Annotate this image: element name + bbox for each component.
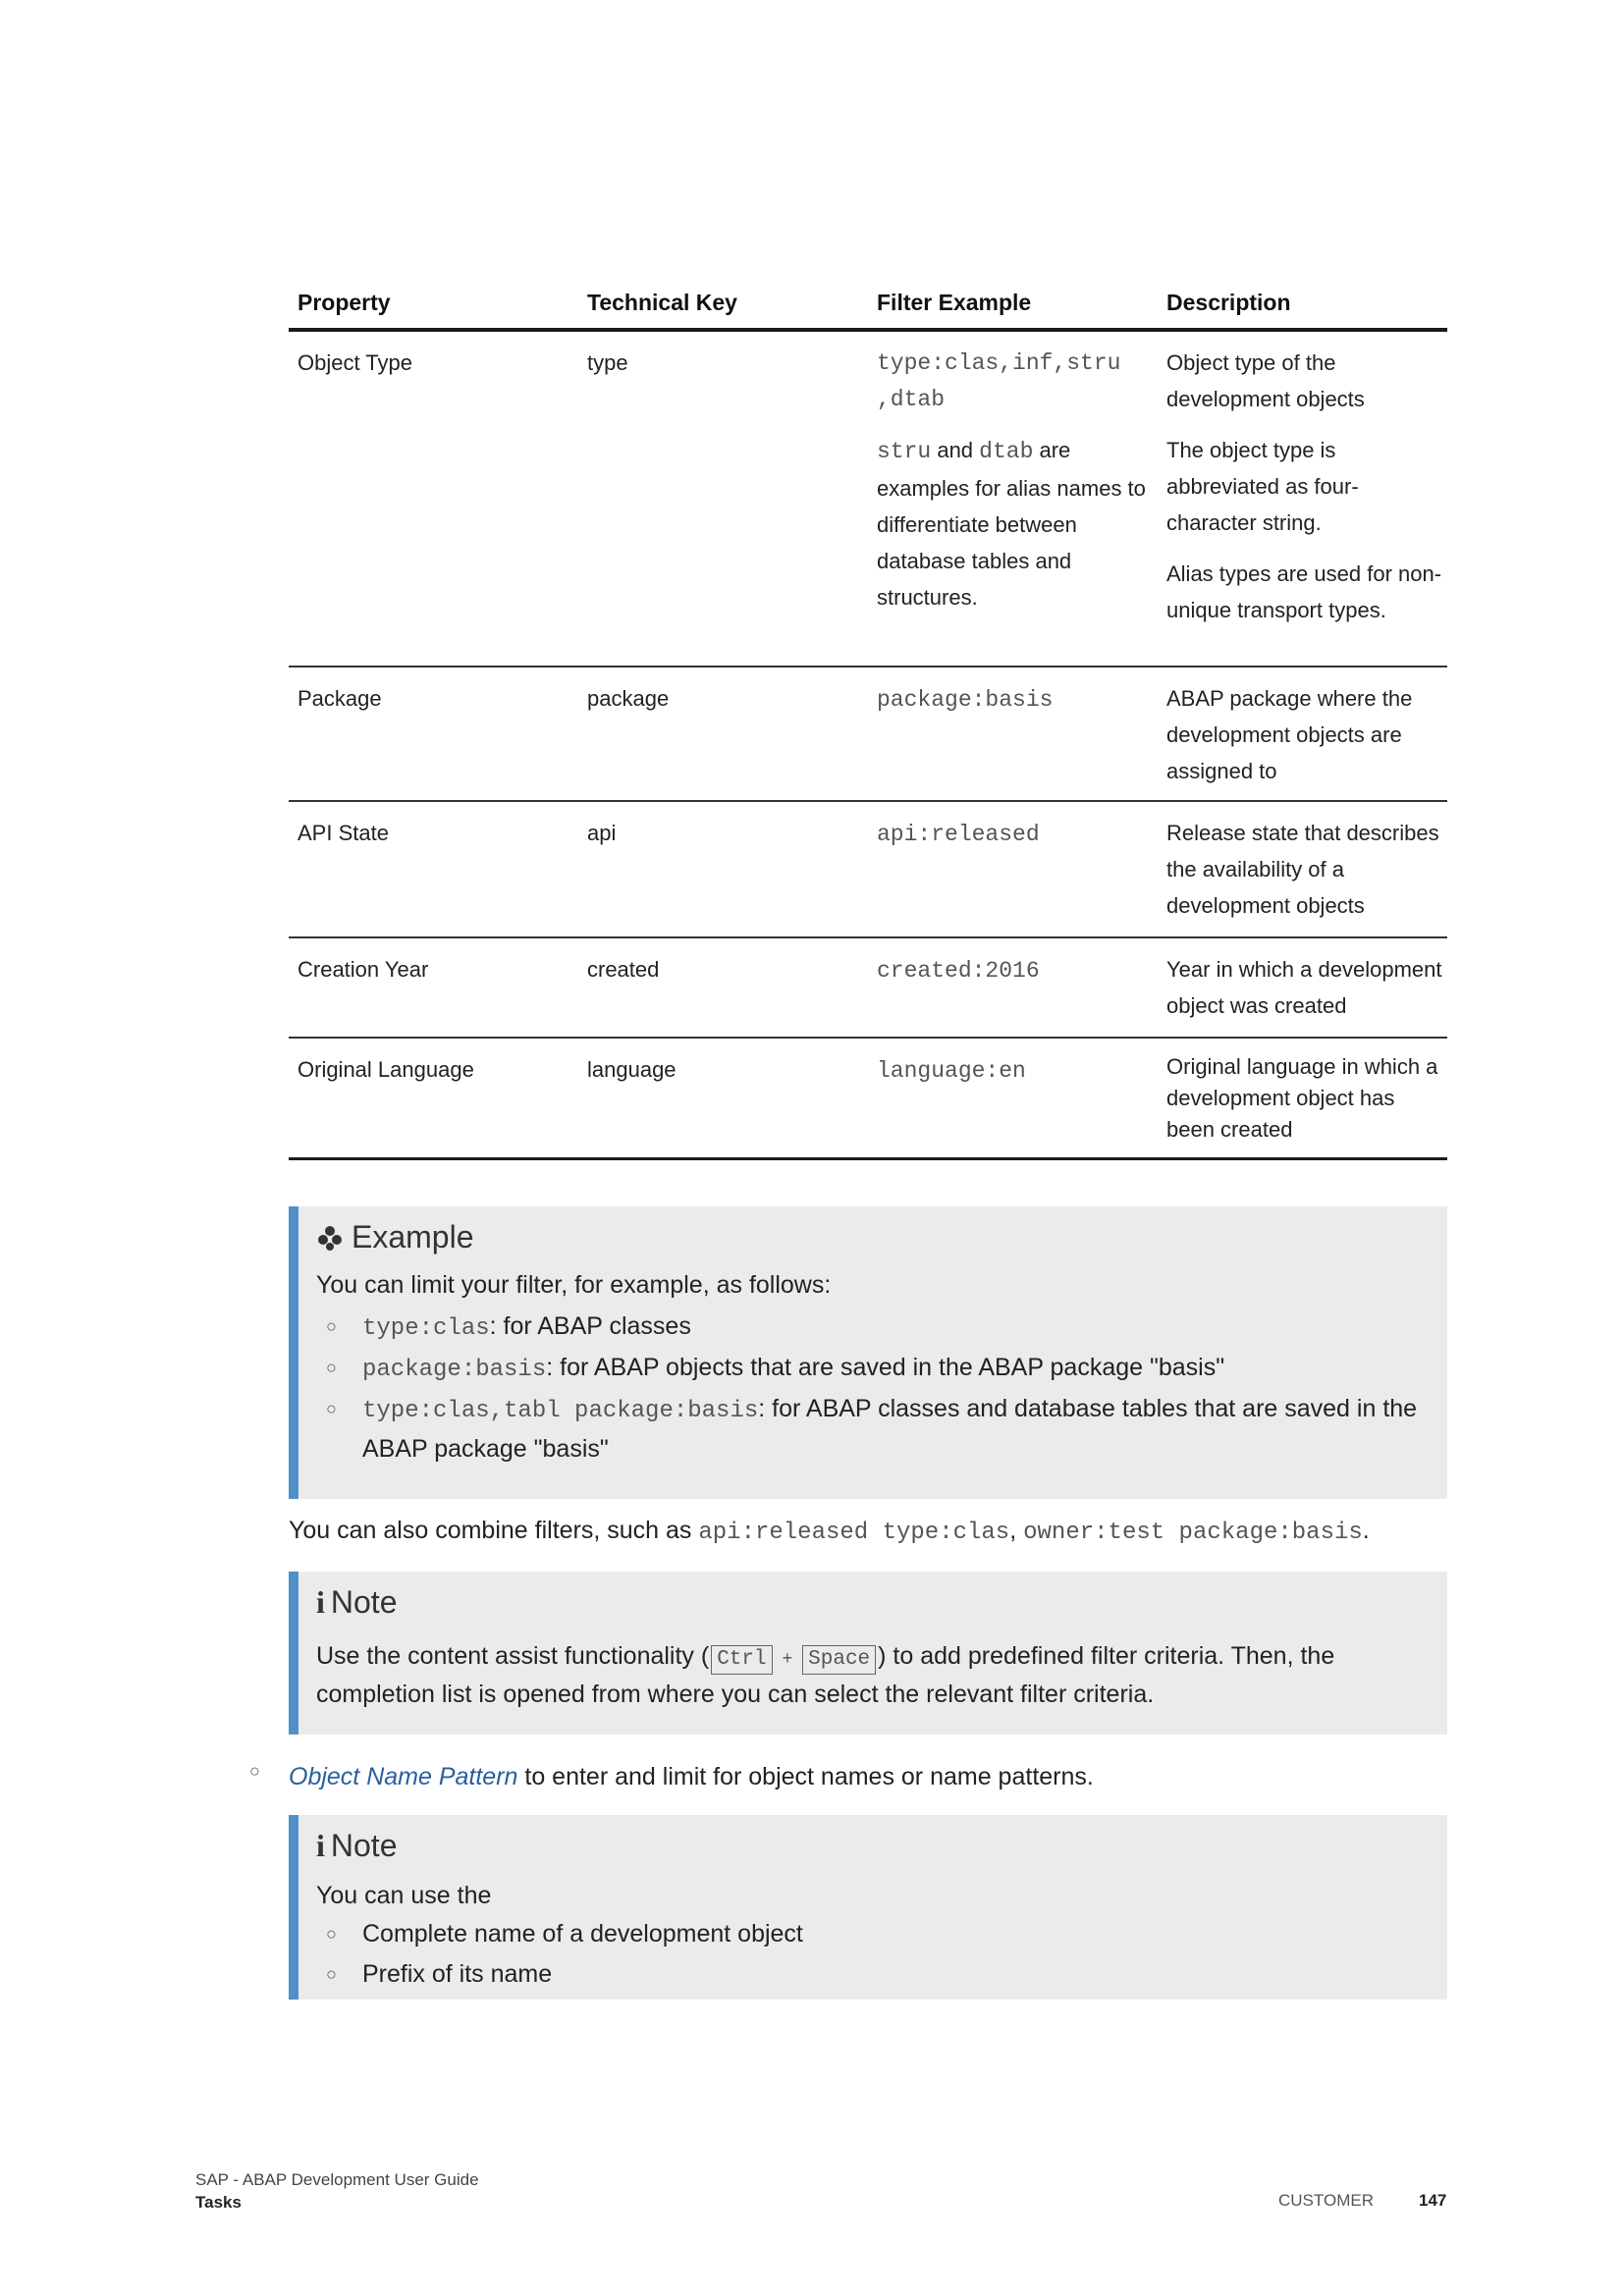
header-property: Property	[298, 290, 391, 315]
cell-description: ABAP package where the development objec…	[1166, 686, 1413, 783]
info-icon: i	[316, 1827, 325, 1863]
cell-property: Object Type	[298, 350, 412, 375]
cell-property: Original Language	[298, 1057, 474, 1082]
cell-filter: package:basis	[868, 680, 1158, 800]
filter-code: api:released	[877, 822, 1040, 847]
table-row: Original Language language language:en O…	[289, 1039, 1447, 1160]
bullet-icon: ○	[249, 1761, 260, 1781]
plus-sign: +	[782, 1648, 793, 1668]
cell-property: Creation Year	[298, 957, 429, 982]
example-code: type:clas	[362, 1315, 490, 1342]
cell-filter: created:2016	[868, 951, 1158, 1037]
note-list: ○ Complete name of a development object ○…	[316, 1914, 1447, 1994]
space-key: Space	[802, 1645, 877, 1675]
filter-code-continued: ,dtab	[877, 387, 946, 412]
table-row: Creation Year created created:2016 Year …	[289, 938, 1447, 1039]
header-description: Description	[1166, 290, 1291, 315]
table-row: API State api api:released Release state…	[289, 802, 1447, 938]
description-para: Alias types are used for non-unique tran…	[1166, 561, 1442, 622]
table-row: Package package package:basis ABAP packa…	[289, 667, 1447, 802]
cell-description: Object type of the development objects T…	[1158, 345, 1447, 666]
note-title: Note	[330, 1583, 398, 1620]
note-box: i Note Use the content assist functional…	[289, 1572, 1447, 1735]
bullet-icon: ○	[326, 1399, 337, 1418]
note-intro: You can use the	[316, 1882, 492, 1909]
cell-key: language	[587, 1057, 677, 1082]
combine-separator: ,	[1009, 1517, 1024, 1544]
list-item-text: Complete name of a development object	[362, 1920, 803, 1948]
cell-description: Year in which a development object was c…	[1166, 957, 1442, 1018]
combine-filters-text: You can also combine filters, such as ap…	[289, 1517, 1370, 1546]
cell-description: Release state that describes the availab…	[1166, 821, 1439, 918]
note-text-before: Use the content assist functionality (	[316, 1642, 710, 1670]
filter-properties-table: Property Technical Key Filter Example De…	[289, 278, 1447, 1160]
info-icon: i	[316, 1583, 325, 1620]
example-code: package:basis	[362, 1357, 547, 1383]
name-pattern-item: Object Name Pattern to enter and limit f…	[289, 1763, 1094, 1791]
note-heading: i Note	[316, 1572, 1447, 1627]
footer-doc-title: SAP - ABAP Development User Guide	[195, 2170, 479, 2189]
bullet-icon: ○	[326, 1924, 337, 1944]
footer-doc-info: SAP - ABAP Development User Guide Tasks	[195, 2168, 479, 2214]
filter-code: created:2016	[877, 958, 1040, 984]
ctrl-key: Ctrl	[711, 1645, 773, 1675]
example-text: : for ABAP classes	[489, 1312, 691, 1340]
cell-key: api	[587, 821, 617, 845]
cell-key: package	[587, 686, 670, 711]
filter-code: type:clas,inf,stru	[877, 350, 1121, 376]
note-text: Use the content assist functionality (Ct…	[316, 1638, 1416, 1713]
cell-property: Package	[298, 686, 382, 711]
object-name-pattern-link[interactable]: Object Name Pattern	[289, 1763, 517, 1790]
list-item: ○ type:clas,tabl package:basis: for ABAP …	[316, 1390, 1423, 1468]
combine-code: owner:test package:basis	[1023, 1520, 1363, 1546]
bullet-icon: ○	[326, 1358, 337, 1377]
page-number: 147	[1419, 2191, 1447, 2210]
alias-code-stru: stru	[877, 439, 932, 464]
description-para: Object type of the development objects	[1166, 350, 1365, 411]
note-title: Note	[330, 1827, 398, 1863]
cell-description: Original language in which a development…	[1166, 1054, 1438, 1142]
note-box: i Note You can use the ○ Complete name of…	[289, 1815, 1447, 2000]
combine-intro: You can also combine filters, such as	[289, 1517, 699, 1544]
header-filter-example: Filter Example	[877, 290, 1032, 315]
example-intro: You can limit your filter, for example, …	[316, 1271, 832, 1299]
name-pattern-text: to enter and limit for object names or n…	[517, 1763, 1094, 1790]
example-text: : for ABAP objects that are saved in the…	[546, 1354, 1225, 1381]
filter-note-and: and	[931, 438, 980, 462]
description-para: The object type is abbreviated as four-c…	[1166, 438, 1359, 535]
filter-code: language:en	[877, 1058, 1026, 1084]
alias-code-dtab: dtab	[979, 439, 1034, 464]
example-code: type:clas,tabl package:basis	[362, 1398, 759, 1424]
list-item-text: Prefix of its name	[362, 1960, 553, 1988]
example-heading: Example	[316, 1206, 1447, 1259]
list-item: ○ Complete name of a development object	[316, 1914, 1447, 1954]
cell-filter: language:en	[868, 1051, 1158, 1157]
note-heading: i Note	[316, 1815, 1447, 1870]
cell-key: type	[587, 350, 628, 375]
cell-filter: api:released	[868, 815, 1158, 936]
cell-filter: type:clas,inf,stru ,dtab stru and dtab a…	[868, 345, 1158, 666]
filter-code: package:basis	[877, 687, 1054, 713]
list-item: ○ type:clas: for ABAP classes	[316, 1308, 1447, 1349]
combine-code: api:released type:clas	[698, 1520, 1010, 1546]
table-header: Property Technical Key Filter Example De…	[289, 278, 1447, 332]
table-row: Object Type type type:clas,inf,stru ,dta…	[289, 332, 1447, 667]
cell-key: created	[587, 957, 660, 982]
list-item: ○ Prefix of its name	[316, 1954, 1447, 1994]
combine-end: .	[1362, 1517, 1370, 1544]
example-icon	[316, 1223, 346, 1251]
list-item: ○ package:basis: for ABAP objects that ar…	[316, 1349, 1447, 1390]
bullet-icon: ○	[326, 1316, 337, 1336]
example-box: Example You can limit your filter, for e…	[289, 1206, 1447, 1499]
footer-classification: CUSTOMER	[1278, 2191, 1374, 2210]
cell-property: API State	[298, 821, 389, 845]
header-technical-key: Technical Key	[587, 290, 737, 315]
example-title: Example	[352, 1218, 474, 1255]
bullet-icon: ○	[326, 1964, 337, 1984]
footer-section: Tasks	[195, 2193, 242, 2212]
example-list: ○ type:clas: for ABAP classes ○ package:ba…	[316, 1308, 1447, 1468]
